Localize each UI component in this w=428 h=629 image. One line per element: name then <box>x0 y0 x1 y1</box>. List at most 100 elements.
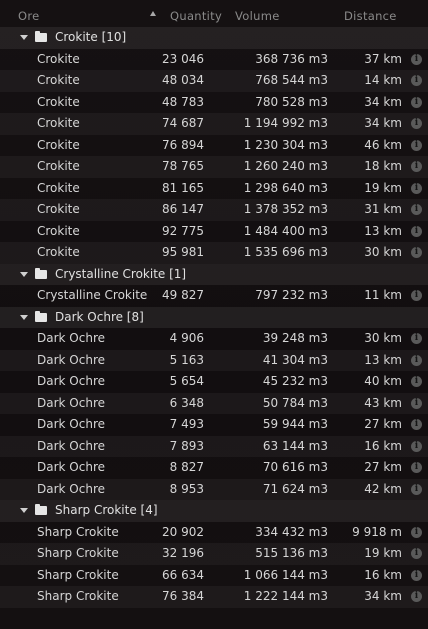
ore-distance: 46 km <box>364 137 402 152</box>
table-row[interactable]: Dark Ochre 6 348 50 784 m3 43 km i <box>0 392 428 414</box>
ore-distance: 18 km <box>364 159 402 173</box>
ore-distance: 34 km <box>364 589 402 603</box>
table-row[interactable]: Sharp Crokite 20 902 334 432 m3 9 918 m i <box>0 522 428 544</box>
caret-down-icon[interactable] <box>20 314 28 320</box>
caret-down-icon[interactable] <box>20 508 28 513</box>
table-row[interactable]: Crokite 92 775 1 484 400 m3 13 km i <box>0 221 428 243</box>
ore-distance: 19 km <box>364 546 402 560</box>
info-icon[interactable]: i <box>411 569 422 581</box>
info-icon[interactable]: i <box>411 483 422 495</box>
ore-quantity: 7 493 <box>169 417 204 431</box>
info-icon[interactable]: i <box>411 247 422 258</box>
ore-quantity: 81 165 <box>162 180 204 195</box>
ore-name: Crokite <box>37 51 80 66</box>
ore-name: Crokite <box>37 73 80 87</box>
table-row[interactable]: Crystalline Crokite 49 827 797 232 m3 11 km… <box>0 285 428 307</box>
group-label: Crokite [10] <box>55 30 127 44</box>
caret-down-icon[interactable] <box>20 35 28 40</box>
ore-distance: 27 km <box>364 460 402 474</box>
table-row[interactable]: Dark Ochre 4 906 39 248 m3 30 km i <box>0 328 428 350</box>
ore-quantity: 78 765 <box>162 159 204 173</box>
table-row[interactable]: Crokite 76 894 1 230 304 m3 46 km i <box>0 135 428 157</box>
ore-quantity: 66 634 <box>162 567 204 582</box>
ore-quantity: 8 827 <box>169 460 204 474</box>
ore-distance: 30 km <box>364 331 402 345</box>
table-row[interactable]: Crokite 95 981 1 535 696 m3 30 km i <box>0 242 428 264</box>
sort-ascending-icon[interactable] <box>150 11 156 16</box>
ore-volume: 45 232 m3 <box>262 374 328 388</box>
ore-quantity: 5 654 <box>169 374 204 388</box>
info-icon[interactable]: i <box>411 290 422 301</box>
ore-quantity: 32 196 <box>162 546 204 560</box>
column-header-volume[interactable]: Volume <box>235 9 280 23</box>
ore-distance: 11 km <box>364 288 402 302</box>
ore-name: Dark Ochre <box>37 374 105 388</box>
info-icon[interactable]: i <box>411 161 422 172</box>
ore-distance: 42 km <box>364 481 402 496</box>
ore-distance: 40 km <box>364 374 402 388</box>
table-row[interactable]: Dark Ochre 7 893 63 144 m3 16 km i <box>0 435 428 457</box>
caret-down-icon[interactable] <box>20 271 28 277</box>
ore-distance: 9 918 m <box>352 524 402 539</box>
table-row[interactable]: Crokite 48 783 780 528 m3 34 km i <box>0 92 428 114</box>
ore-volume: 1 194 992 m3 <box>243 116 328 130</box>
info-icon[interactable]: i <box>411 591 422 602</box>
column-header-distance[interactable]: Distance <box>344 9 397 23</box>
info-icon[interactable]: i <box>411 75 422 86</box>
group-row[interactable]: Dark Ochre [8] <box>0 306 428 328</box>
info-icon[interactable]: i <box>411 53 422 65</box>
ore-volume: 1 378 352 m3 <box>243 202 328 216</box>
table-row[interactable]: Crokite 23 046 368 736 m3 37 km i <box>0 49 428 71</box>
info-icon[interactable]: i <box>411 118 422 129</box>
info-icon[interactable]: i <box>411 182 422 194</box>
table-row[interactable]: Dark Ochre 5 654 45 232 m3 40 km i <box>0 371 428 393</box>
group-row[interactable]: Crokite [10] <box>0 27 428 49</box>
table-row[interactable]: Crokite 81 165 1 298 640 m3 19 km i <box>0 178 428 200</box>
ore-quantity: 48 034 <box>162 73 204 87</box>
info-icon[interactable]: i <box>411 419 422 430</box>
info-icon[interactable]: i <box>411 548 422 559</box>
group-row[interactable]: Crystalline Crokite [1] <box>0 263 428 285</box>
ore-list: Crokite [10] Crokite 23 046 368 736 m3 37 km… <box>0 27 428 608</box>
ore-quantity: 74 687 <box>162 116 204 130</box>
table-row[interactable]: Crokite 48 034 768 544 m3 14 km i <box>0 70 428 92</box>
info-icon[interactable]: i <box>411 526 422 538</box>
ore-name: Crokite <box>37 223 80 238</box>
info-icon[interactable]: i <box>411 333 422 344</box>
ore-quantity: 6 348 <box>169 395 204 410</box>
ore-quantity: 86 147 <box>162 202 204 216</box>
info-icon[interactable]: i <box>411 376 422 387</box>
table-row[interactable]: Dark Ochre 5 163 41 304 m3 13 km i <box>0 349 428 371</box>
group-label: Sharp Crokite [4] <box>55 503 158 517</box>
table-row[interactable]: Crokite 78 765 1 260 240 m3 18 km i <box>0 156 428 178</box>
table-row[interactable]: Sharp Crokite 32 196 515 136 m3 19 km i <box>0 543 428 565</box>
info-icon[interactable]: i <box>411 397 422 409</box>
info-icon[interactable]: i <box>411 225 422 237</box>
table-row[interactable]: Crokite 74 687 1 194 992 m3 34 km i <box>0 113 428 135</box>
folder-icon <box>35 504 47 515</box>
ore-name: Sharp Crokite <box>37 546 119 560</box>
table-row[interactable]: Sharp Crokite 66 634 1 066 144 m3 16 km i <box>0 565 428 587</box>
info-icon[interactable]: i <box>411 204 422 215</box>
ore-quantity: 4 906 <box>169 331 204 345</box>
table-row[interactable]: Sharp Crokite 76 384 1 222 144 m3 34 km i <box>0 586 428 608</box>
ore-name: Crokite <box>37 180 80 195</box>
ore-distance: 43 km <box>364 395 402 410</box>
info-icon[interactable]: i <box>411 462 422 473</box>
info-icon[interactable]: i <box>411 354 422 366</box>
column-header-quantity[interactable]: Quantity <box>170 9 222 23</box>
table-row[interactable]: Dark Ochre 7 493 59 944 m3 27 km i <box>0 414 428 436</box>
ore-distance: 30 km <box>364 245 402 259</box>
ore-distance: 16 km <box>364 438 402 453</box>
group-row[interactable]: Sharp Crokite [4] <box>0 500 428 522</box>
column-header-ore[interactable]: Ore <box>18 9 40 23</box>
table-row[interactable]: Dark Ochre 8 953 71 624 m3 42 km i <box>0 478 428 500</box>
table-row[interactable]: Dark Ochre 8 827 70 616 m3 27 km i <box>0 457 428 479</box>
table-row[interactable]: Crokite 86 147 1 378 352 m3 31 km i <box>0 199 428 221</box>
info-icon[interactable]: i <box>411 440 422 452</box>
ore-volume: 1 535 696 m3 <box>243 245 328 259</box>
ore-volume: 1 066 144 m3 <box>243 567 328 582</box>
info-icon[interactable]: i <box>411 96 422 108</box>
info-icon[interactable]: i <box>411 139 422 151</box>
ore-name: Crokite <box>37 137 80 152</box>
